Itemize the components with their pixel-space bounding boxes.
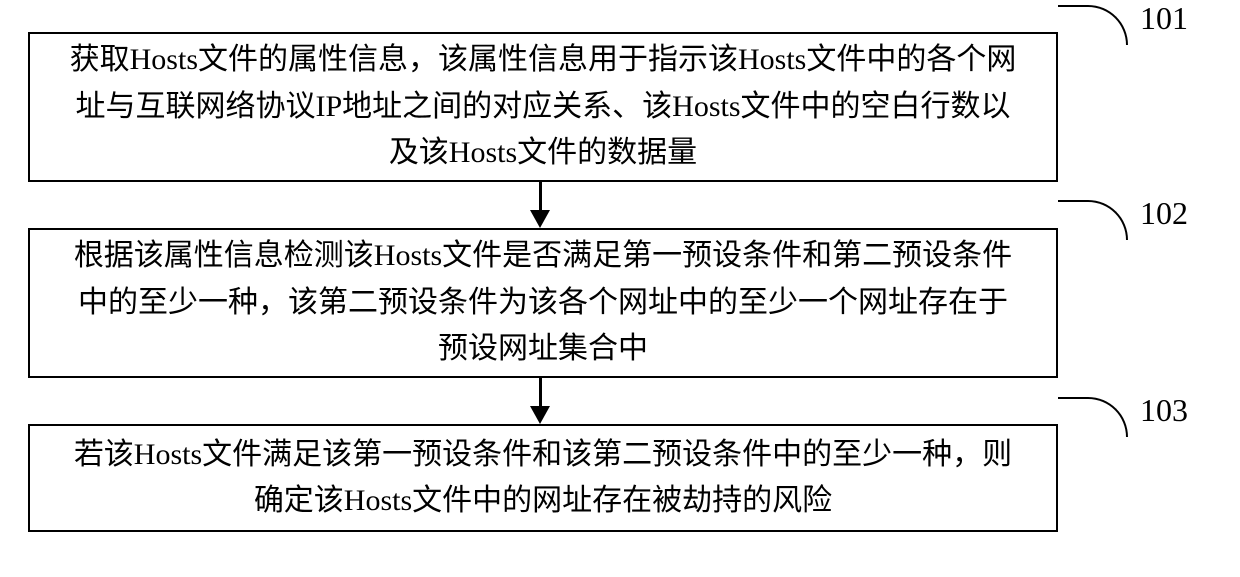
arrow-1-shaft (539, 182, 542, 212)
step-103-text: 若该Hosts文件满足该第一预设条件和该第二预设条件中的至少一种，则确定该Hos… (68, 432, 1018, 525)
step-102-box: 根据该属性信息检测该Hosts文件是否满足第一预设条件和第二预设条件中的至少一种… (28, 228, 1058, 378)
callout-101 (1058, 5, 1128, 45)
arrow-2-head (530, 406, 550, 424)
label-103: 103 (1140, 392, 1188, 429)
callout-102 (1058, 200, 1128, 240)
arrow-2-shaft (539, 378, 542, 408)
step-102-text: 根据该属性信息检测该Hosts文件是否满足第一预设条件和第二预设条件中的至少一种… (68, 233, 1018, 373)
arrow-1-head (530, 210, 550, 228)
step-101-box: 获取Hosts文件的属性信息，该属性信息用于指示该Hosts文件中的各个网址与互… (28, 32, 1058, 182)
step-103-box: 若该Hosts文件满足该第一预设条件和该第二预设条件中的至少一种，则确定该Hos… (28, 424, 1058, 532)
callout-103 (1058, 397, 1128, 437)
label-102: 102 (1140, 195, 1188, 232)
flowchart-canvas: 获取Hosts文件的属性信息，该属性信息用于指示该Hosts文件中的各个网址与互… (0, 0, 1240, 577)
label-101: 101 (1140, 0, 1188, 37)
step-101-text: 获取Hosts文件的属性信息，该属性信息用于指示该Hosts文件中的各个网址与互… (68, 37, 1018, 177)
